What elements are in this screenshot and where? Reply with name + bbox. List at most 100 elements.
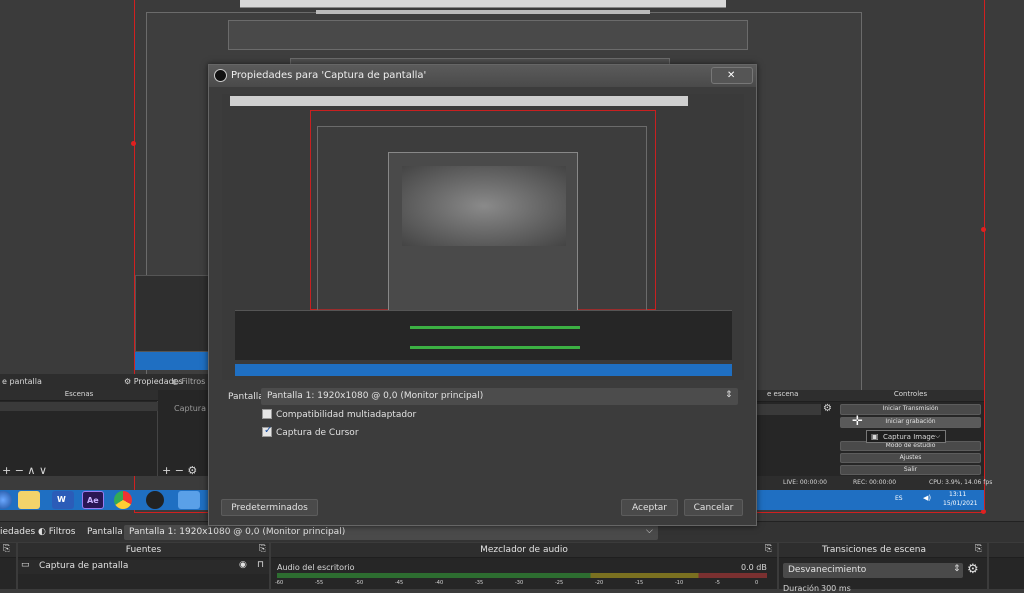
dock-controls-stub: [989, 543, 1024, 589]
bg-left-sources-panel: Captura de p + − ⚙: [158, 390, 226, 477]
obs-app-icon[interactable]: [146, 491, 164, 509]
multiadapter-label: Compatibilidad multiadaptador: [276, 410, 417, 420]
dock-controls-header: [989, 543, 1024, 558]
bg-left-filters-label: Filtros: [181, 377, 206, 386]
tick-label: -15: [635, 580, 644, 586]
bg-left-taskbar: W Ae: [0, 490, 210, 510]
dock-mixer-header: Mezclador de audio ⎘: [271, 543, 777, 558]
chevron-updown-icon: ⇕: [953, 564, 961, 574]
monitor-icon: ▭: [21, 560, 30, 570]
multiadapter-checkbox[interactable]: [262, 409, 272, 419]
bg-right-transitions-panel: e escena ⚙: [757, 390, 837, 476]
cursor-capture-label: Captura de Cursor: [276, 428, 359, 438]
dock-transitions-header: Transiciones de escena ⎘: [779, 543, 987, 558]
bg-left-scene-controls[interactable]: + − ∧ ∨: [2, 464, 47, 477]
dock-scenes-header: ⎘: [0, 543, 16, 558]
pantalla-field-select[interactable]: Pantalla 1: 1920x1080 @ 0,0 (Monitor pri…: [261, 388, 738, 405]
dialog-close-button[interactable]: ✕: [711, 67, 753, 84]
preview-bottom-panels: [235, 310, 732, 360]
tick-label: -50: [355, 580, 364, 586]
paint-app-icon[interactable]: [178, 491, 200, 509]
source-row[interactable]: ▭ Captura de pantalla ◉ ⊓: [18, 560, 269, 574]
dialog-title: Propiedades para 'Captura de pantalla': [231, 70, 427, 81]
pantalla-label: Pantalla: [87, 527, 123, 537]
bg-left-source-controls[interactable]: + − ⚙: [162, 464, 197, 477]
bg-left-scenes-header: Escenas: [0, 390, 158, 401]
properties-button[interactable]: iedades: [0, 527, 35, 537]
capture-image-tooltip[interactable]: ▣ Captura Image ⌵: [866, 430, 946, 443]
tick-label: -55: [315, 580, 324, 586]
filters-button[interactable]: ◐ Filtros: [38, 527, 75, 537]
tick-label: -10: [675, 580, 684, 586]
dock-scenes-stub: ⎘: [0, 543, 16, 589]
start-orb-icon[interactable]: [0, 491, 12, 509]
chrome-app-icon[interactable]: [114, 491, 132, 509]
tick-label: -35: [475, 580, 484, 586]
bg-left-scene-row[interactable]: [0, 402, 158, 411]
bg-left-captura-label: e pantalla: [2, 377, 42, 386]
properties-dialog: Propiedades para 'Captura de pantalla' ✕…: [208, 64, 757, 526]
bg-right-statusbar: LIVE: 00:00:00 REC: 00:00:00 CPU: 3.9%, …: [757, 476, 992, 490]
checkmark-icon: ✓: [264, 425, 273, 436]
dock-audio-mixer: Mezclador de audio ⎘ Audio del escritori…: [271, 543, 777, 589]
bg-speaker-icon[interactable]: ◀): [923, 494, 931, 502]
preview-nested-image: [402, 166, 566, 246]
bg-lang-indicator[interactable]: ES: [895, 495, 903, 502]
preview-mixer-meter: [410, 346, 580, 349]
bg-left-scenes-panel: Escenas + − ∧ ∨: [0, 390, 158, 477]
bg-right-transitions-header: e escena: [757, 390, 837, 402]
audio-meter: [277, 573, 767, 578]
filters-label: Filtros: [48, 527, 76, 537]
bg-exit-button[interactable]: Salir: [840, 465, 981, 475]
tick-label: -60: [275, 580, 284, 586]
close-icon: ✕: [727, 70, 736, 81]
dialog-titlebar[interactable]: Propiedades para 'Captura de pantalla' ✕: [209, 65, 756, 87]
pantalla-field-value: Pantalla 1: 1920x1080 @ 0,0 (Monitor pri…: [267, 391, 484, 401]
gear-icon[interactable]: ⚙: [967, 562, 979, 577]
bg-settings-button[interactable]: Ajustes: [840, 453, 981, 463]
preview-mixer-meter: [410, 326, 580, 329]
chevron-down-icon: ⌵: [646, 526, 653, 536]
bg-right-gear-icon[interactable]: ⚙: [823, 403, 832, 414]
bg-clock-time[interactable]: 13:11: [949, 491, 966, 498]
obs-logo-icon: [214, 69, 227, 82]
dock-float-icon[interactable]: ⎘: [975, 544, 982, 554]
source-item-label: Captura de pantalla: [39, 561, 129, 571]
dock-float-icon[interactable]: ⎘: [765, 544, 772, 554]
pantalla-select[interactable]: Pantalla 1: 1920x1080 @ 0,0 (Monitor pri…: [124, 525, 658, 540]
tick-label: -25: [555, 580, 564, 586]
tick-label: -30: [515, 580, 524, 586]
dialog-preview: [222, 94, 744, 380]
word-app-icon[interactable]: W: [52, 491, 74, 509]
bg-left-filters-button[interactable]: ◐ Filtros: [172, 377, 205, 386]
dock-sources: Fuentes ⎘ ▭ Captura de pantalla ◉ ⊓: [18, 543, 269, 589]
bg-right-transition-select[interactable]: [757, 404, 821, 415]
lock-icon[interactable]: ⊓: [257, 560, 264, 570]
transition-select-value: Desvanecimiento: [788, 565, 867, 575]
notes-app-icon[interactable]: [18, 491, 40, 509]
audio-source-name: Audio del escritorio: [277, 563, 355, 572]
dock-float-icon[interactable]: ⎘: [259, 544, 266, 554]
cancel-button[interactable]: Cancelar: [684, 499, 743, 516]
transition-select[interactable]: Desvanecimiento ⇕: [783, 563, 963, 578]
bg-right-taskbar: ES ◀) 13:11 15/01/2021: [757, 490, 984, 510]
bg-clock-date[interactable]: 15/01/2021: [943, 500, 978, 507]
audio-meter-ticks: -60 -55 -50 -45 -40 -35 -30 -25 -20 -15 …: [275, 580, 767, 588]
defaults-button[interactable]: Predeterminados: [221, 499, 318, 516]
bg-red-handle: [981, 227, 986, 232]
accept-button[interactable]: Aceptar: [621, 499, 678, 516]
dock-sources-header: Fuentes ⎘: [18, 543, 269, 558]
dock-transitions-title: Transiciones de escena: [821, 545, 927, 555]
tick-label: 0: [755, 580, 759, 586]
after-effects-app-icon[interactable]: Ae: [82, 491, 104, 509]
eye-icon[interactable]: ◉: [239, 560, 247, 570]
bg-right-controls-header: Controles: [837, 390, 984, 402]
tick-label: -20: [595, 580, 604, 586]
camera-icon: ▣: [871, 432, 879, 441]
preview-top-strip: [230, 96, 688, 106]
chevron-down-icon: ⌵: [935, 432, 941, 440]
dock-sources-title: Fuentes: [125, 545, 162, 555]
preview-taskbar: [235, 364, 732, 376]
tick-label: -5: [715, 580, 720, 586]
cursor-capture-checkbox[interactable]: ✓: [262, 425, 273, 437]
